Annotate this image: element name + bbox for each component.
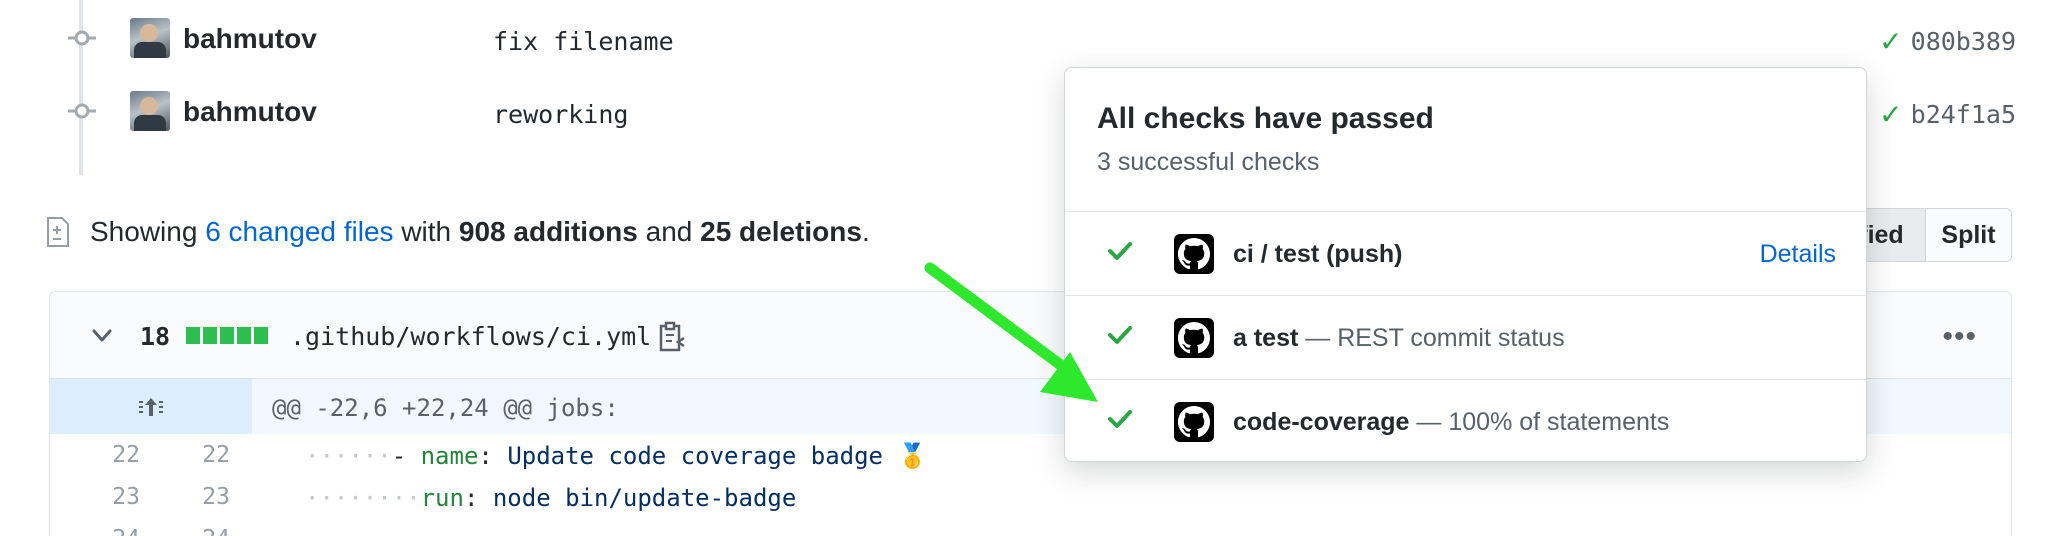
check-row: code-coverage — 100% of statements [1065, 380, 1866, 461]
check-label: code-coverage — 100% of statements [1233, 408, 1670, 436]
check-icon [1108, 326, 1132, 344]
popover-subtitle: 3 successful checks [1097, 148, 1320, 176]
commit-row: bahmutov fix filename ✓ 080b389 [0, 3, 2052, 73]
file-diff-icon [47, 217, 69, 247]
check-label: ci / test (push) [1233, 240, 1403, 268]
chevron-down-icon[interactable] [90, 326, 114, 346]
additions-count: 908 additions [458, 216, 638, 247]
check-icon[interactable]: ✓ [1879, 25, 1902, 58]
diff-summary: Showing 6 changed files with 908 additio… [46, 212, 870, 252]
diffstat-bars [186, 327, 268, 344]
more-options-icon[interactable]: ••• [1942, 320, 1977, 354]
commit-dot-icon [68, 103, 96, 119]
split-button[interactable]: Split [1926, 209, 2011, 261]
code-line: 24 24 [50, 518, 2011, 536]
check-row: ci / test (push) Details [1065, 212, 1866, 296]
commit-sha[interactable]: 080b389 [1911, 27, 2016, 56]
details-link[interactable]: Details [1760, 240, 1836, 269]
check-icon[interactable]: ✓ [1879, 98, 1902, 131]
avatar[interactable] [130, 18, 170, 58]
github-icon [1174, 234, 1214, 274]
file-path[interactable]: .github/workflows/ci.yml [290, 322, 651, 351]
code-text: ······- name: Update code coverage badge… [305, 442, 928, 470]
copy-path-icon[interactable] [658, 320, 688, 354]
summary-prefix: Showing [90, 216, 198, 247]
summary-and: and [645, 216, 693, 247]
commit-status: ✓ b24f1a5 [1879, 98, 2016, 131]
old-line-number[interactable]: 23 [80, 484, 140, 510]
old-line-number[interactable]: 24 [80, 526, 140, 536]
avatar[interactable] [130, 91, 170, 131]
summary-period: . [861, 216, 870, 247]
changed-files-link[interactable]: 6 changed files [205, 216, 393, 248]
summary-with: with [401, 216, 452, 247]
commit-author[interactable]: bahmutov [183, 23, 317, 55]
commit-message[interactable]: fix filename [493, 27, 674, 56]
checks-popover: All checks have passed 3 successful chec… [1064, 67, 1867, 462]
github-icon [1174, 318, 1214, 358]
diff-line-count: 18 [140, 322, 171, 351]
commit-status: ✓ 080b389 [1879, 25, 2016, 58]
code-text: ········run: node bin/update-badge [305, 484, 797, 512]
old-line-number[interactable]: 22 [80, 442, 140, 468]
medal-emoji: 🥇 [897, 442, 928, 470]
popover-title: All checks have passed [1097, 102, 1434, 135]
check-icon [1108, 410, 1132, 428]
code-line: 23 23 ········run: node bin/update-badge [50, 476, 2011, 518]
commit-author[interactable]: bahmutov [183, 96, 317, 128]
check-label: a test — REST commit status [1233, 324, 1565, 352]
commit-sha[interactable]: b24f1a5 [1911, 100, 2016, 129]
deletions-count: 25 deletions [700, 216, 862, 247]
new-line-number[interactable]: 22 [170, 442, 230, 468]
popover-header: All checks have passed 3 successful chec… [1065, 68, 1866, 212]
check-row: a test — REST commit status [1065, 296, 1866, 380]
hunk-header: @@ -22,6 +22,24 @@ jobs: [272, 394, 619, 422]
github-icon [1174, 402, 1214, 442]
commit-message[interactable]: reworking [493, 100, 628, 129]
new-line-number[interactable]: 23 [170, 484, 230, 510]
commit-dot-icon [68, 30, 96, 46]
check-icon [1108, 242, 1132, 260]
new-line-number[interactable]: 24 [170, 526, 230, 536]
expand-up-icon[interactable] [50, 379, 252, 434]
